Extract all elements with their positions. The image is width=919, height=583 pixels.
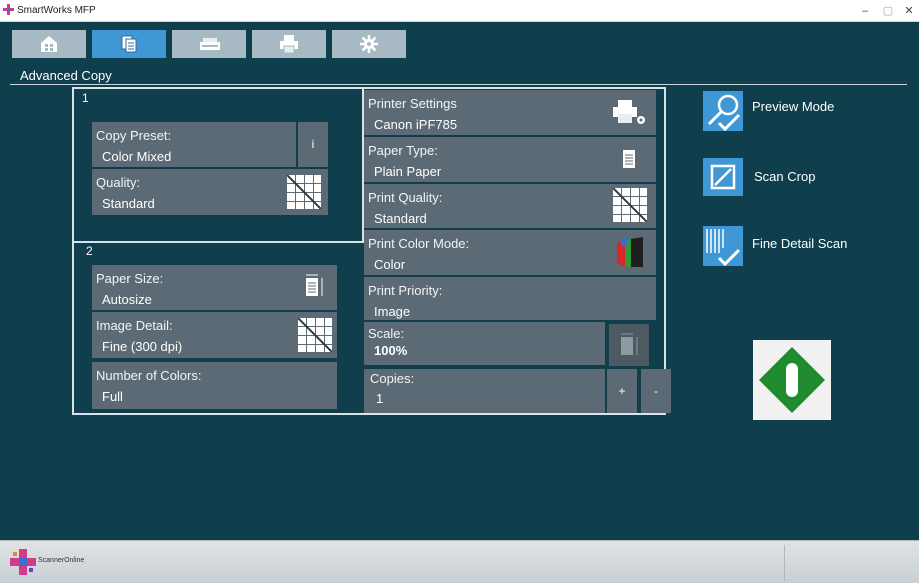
section-divider: [10, 84, 907, 85]
start-button[interactable]: [753, 340, 831, 420]
print-quality-label: Print Quality:: [368, 190, 443, 205]
status-separator: [784, 545, 785, 581]
image-detail-panel[interactable]: Image Detail: Fine (300 dpi): [92, 312, 337, 358]
paper-size-value: Autosize: [102, 292, 152, 307]
preview-check-icon: [707, 94, 741, 132]
printer-settings-panel[interactable]: Printer Settings Canon iPF785: [364, 90, 656, 135]
copies-label: Copies:: [370, 371, 415, 386]
copy-preset-info-button[interactable]: i: [298, 122, 328, 167]
paper-size-icon: [306, 274, 323, 296]
scale-paper-icon: [621, 333, 638, 355]
home-icon: [41, 36, 57, 52]
minimize-button[interactable]: –: [853, 2, 877, 20]
copy-preset-panel[interactable]: Copy Preset: Color Mixed: [92, 122, 296, 167]
paper-type-value: Plain Paper: [374, 164, 442, 179]
image-detail-value: Fine (300 dpi): [102, 339, 183, 354]
scale-value: 100%: [374, 343, 408, 358]
footer-logo-text: ScannerOnline: [38, 557, 85, 564]
print-quality-grid-icon: [613, 188, 647, 222]
start-icon: [759, 347, 825, 413]
color-mode-icon: [617, 237, 643, 267]
window-title: SmartWorks MFP: [17, 5, 96, 16]
paper-type-icon: [623, 150, 635, 168]
printer-settings-label: Printer Settings: [368, 96, 457, 111]
printer-settings-icon: [613, 100, 645, 124]
print-color-mode-label: Print Color Mode:: [368, 236, 470, 251]
paper-type-panel[interactable]: Paper Type: Plain Paper: [364, 137, 656, 182]
group1-number: 1: [82, 91, 89, 105]
number-of-colors-value: Full: [102, 389, 123, 404]
number-of-colors-panel[interactable]: Number of Colors: Full: [92, 362, 337, 409]
print-quality-value: Standard: [374, 211, 427, 226]
preview-mode-label: Preview Mode: [752, 99, 835, 114]
app-logo-icon: [3, 4, 14, 15]
copies-panel[interactable]: Copies: 1: [364, 369, 605, 413]
fine-detail-scan-toggle[interactable]: [703, 226, 743, 267]
preview-mode-toggle[interactable]: [703, 91, 743, 132]
gear-icon: [360, 35, 378, 53]
quality-label: Quality:: [96, 175, 141, 190]
print-priority-panel[interactable]: Print Priority: Image: [364, 277, 656, 320]
scale-paper-button[interactable]: [609, 324, 649, 366]
fine-detail-check-icon: [706, 229, 741, 267]
print-priority-value: Image: [374, 304, 411, 319]
scanneronline-logo-icon: [10, 549, 36, 575]
scan-crop-toggle[interactable]: [703, 158, 743, 196]
copy-preset-label: Copy Preset:: [96, 128, 172, 143]
copies-decrement-button[interactable]: -: [641, 369, 671, 413]
tab-copy[interactable]: [92, 30, 166, 58]
fine-detail-scan-label: Fine Detail Scan: [752, 236, 848, 251]
image-detail-label: Image Detail:: [96, 318, 173, 333]
quality-value: Standard: [102, 196, 155, 211]
copy-preset-value: Color Mixed: [102, 149, 172, 164]
paper-type-label: Paper Type:: [368, 143, 438, 158]
section-title: Advanced Copy: [20, 68, 112, 83]
copies-value: 1: [376, 391, 384, 406]
scanner-icon: [200, 38, 220, 50]
print-color-mode-value: Color: [374, 257, 406, 272]
image-detail-grid-icon: [298, 318, 332, 352]
copies-increment-button[interactable]: +: [607, 369, 637, 413]
scale-label: Scale:: [368, 326, 405, 341]
printer-icon: [280, 35, 298, 54]
print-quality-panel[interactable]: Print Quality: Standard: [364, 184, 656, 228]
tab-home[interactable]: [12, 30, 86, 58]
number-of-colors-label: Number of Colors:: [96, 368, 202, 383]
tab-settings[interactable]: [332, 30, 406, 58]
status-bar: ScannerOnline: [0, 540, 919, 583]
copy-icon: [121, 35, 137, 53]
scale-panel[interactable]: Scale: 100%: [364, 322, 605, 365]
paper-size-panel[interactable]: Paper Size: Autosize: [92, 265, 337, 310]
quality-panel[interactable]: Quality: Standard: [92, 169, 328, 215]
print-priority-label: Print Priority:: [368, 283, 443, 298]
title-bar: SmartWorks MFP – ▢ ✕: [0, 0, 919, 22]
tab-print[interactable]: [252, 30, 326, 58]
tab-scan[interactable]: [172, 30, 246, 58]
close-button[interactable]: ✕: [897, 2, 919, 20]
crop-icon: [710, 164, 736, 190]
quality-grid-icon: [287, 175, 321, 209]
print-color-mode-panel[interactable]: Print Color Mode: Color: [364, 230, 656, 275]
group2-number: 2: [86, 244, 93, 258]
printer-settings-value: Canon iPF785: [374, 117, 458, 132]
scan-crop-label: Scan Crop: [754, 169, 816, 184]
paper-size-label: Paper Size:: [96, 271, 164, 286]
